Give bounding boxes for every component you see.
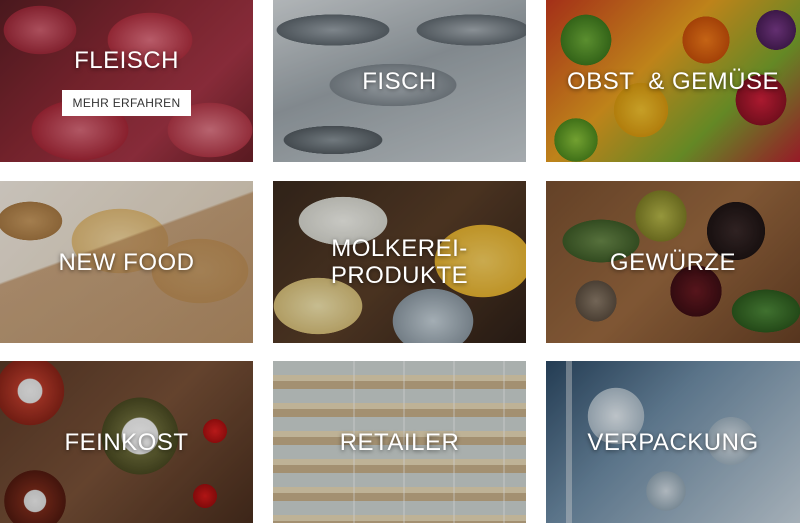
tile-label-gewuerze: GEWÜRZE xyxy=(609,248,737,276)
tile-obst-gemuese[interactable]: OBST & GEMÜSE xyxy=(546,0,800,162)
tile-label-new-food: NEW FOOD xyxy=(58,248,195,276)
tile-label-obst-gemuese: OBST & GEMÜSE xyxy=(567,67,779,95)
tile-label-fisch: FISCH xyxy=(362,67,437,95)
tile-molkereiprodukte[interactable]: MOLKEREI- PRODUKTE xyxy=(273,181,526,343)
tile-overlay xyxy=(0,0,253,162)
tile-retailer[interactable]: RETAILER xyxy=(273,361,526,523)
tile-fleisch[interactable]: FLEISCH MEHR ERFAHREN xyxy=(0,0,253,162)
mehr-erfahren-button[interactable]: MEHR ERFAHREN xyxy=(61,89,192,116)
tile-feinkost[interactable]: FEINKOST xyxy=(0,361,253,523)
category-grid: FLEISCH MEHR ERFAHREN FISCH OBST & GEMÜS… xyxy=(0,0,800,523)
tile-label-retailer: RETAILER xyxy=(339,428,460,456)
tile-label-fleisch: FLEISCH xyxy=(74,46,179,74)
tile-gewuerze[interactable]: GEWÜRZE xyxy=(546,181,800,343)
tile-new-food[interactable]: NEW FOOD xyxy=(0,181,253,343)
tile-fisch[interactable]: FISCH xyxy=(273,0,526,162)
tile-label-feinkost: FEINKOST xyxy=(64,428,189,456)
tile-label-verpackung: VERPACKUNG xyxy=(587,428,759,456)
tile-label-molkereiprodukte: MOLKEREI- PRODUKTE xyxy=(330,235,469,289)
tile-verpackung[interactable]: VERPACKUNG xyxy=(546,361,800,523)
